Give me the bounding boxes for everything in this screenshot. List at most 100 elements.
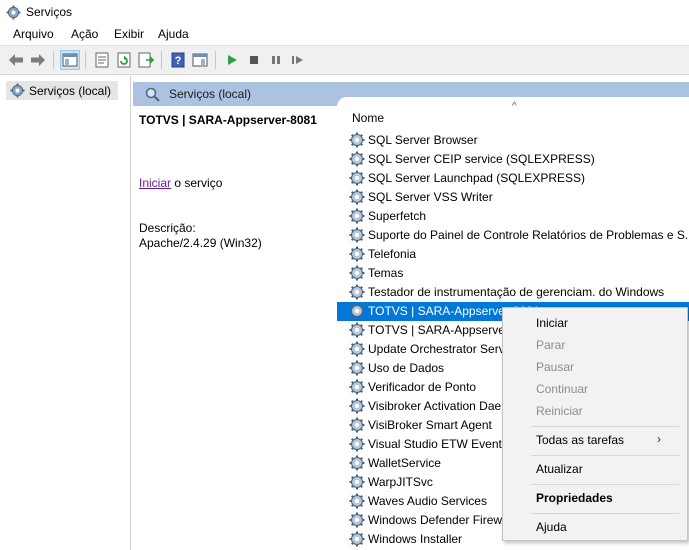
help-icon[interactable]: ? (168, 50, 188, 70)
service-gear-icon (349, 474, 365, 490)
service-gear-icon (349, 208, 365, 224)
service-name: SQL Server Launchpad (SQLEXPRESS) (368, 171, 585, 185)
service-name: TOTVS | SARA-Appserver- (368, 323, 513, 337)
service-name: Suporte do Painel de Controle Relatórios… (368, 228, 689, 242)
service-name: WarpJITSvc (368, 475, 433, 489)
export-list-icon[interactable] (136, 50, 156, 70)
service-gear-icon (349, 417, 365, 433)
sort-ascending-icon: ^ (512, 101, 517, 112)
pause-icon[interactable] (266, 50, 286, 70)
service-row[interactable]: Superfetch (337, 207, 689, 226)
menu-exibir[interactable]: Exibir (114, 27, 144, 41)
service-name: Telefonia (368, 247, 417, 261)
start-icon[interactable] (222, 50, 242, 70)
menu-separator (531, 426, 679, 427)
service-row[interactable]: Testador de instrumentação de gerenciam.… (337, 283, 689, 302)
service-gear-icon (349, 265, 365, 281)
properties-icon[interactable] (92, 50, 112, 70)
show-hide-console-tree-icon[interactable] (60, 50, 80, 70)
service-row[interactable]: SQL Server VSS Writer (337, 188, 689, 207)
menu-item-label: Ajuda (536, 520, 567, 534)
service-gear-icon (349, 151, 365, 167)
window-title: Serviços (26, 5, 73, 19)
menu-acao[interactable]: Ação (71, 27, 98, 41)
tree-item-label: Serviços (local) (29, 83, 112, 98)
menu-item-label: Iniciar (536, 316, 569, 330)
start-service-line: Iniciar o serviço (139, 176, 222, 190)
service-name: Superfetch (368, 209, 427, 223)
menu-item-label: Reiniciar (536, 404, 583, 418)
menu-item-ajuda[interactable]: Ajuda (503, 516, 687, 538)
menu-separator (531, 484, 679, 485)
service-name: Temas (368, 266, 404, 280)
service-gear-icon (349, 170, 365, 186)
service-name: SQL Server Browser (368, 133, 478, 147)
service-name: SQL Server CEIP service (SQLEXPRESS) (368, 152, 595, 166)
service-gear-icon (349, 322, 365, 338)
menu-item-label: Pausar (536, 360, 575, 374)
gear-icon (6, 5, 21, 23)
back-icon[interactable] (6, 50, 26, 70)
forward-icon[interactable] (28, 50, 48, 70)
menu-item-label: Todas as tarefas (536, 433, 625, 447)
service-row[interactable]: Telefonia (337, 245, 689, 264)
refresh-icon[interactable] (114, 50, 134, 70)
service-name: WalletService (368, 456, 441, 470)
service-name: Waves Audio Services (368, 494, 487, 508)
stop-icon[interactable] (244, 50, 264, 70)
service-title: TOTVS | SARA-Appserver-8081 (139, 113, 317, 127)
menu-item-propriedades[interactable]: Propriedades (503, 487, 687, 509)
column-header-name[interactable]: Nome (352, 111, 384, 125)
service-gear-icon (349, 227, 365, 243)
svg-text:?: ? (175, 55, 182, 67)
menu-item-label: Propriedades (536, 491, 613, 505)
menu-item-reiniciar: Reiniciar (503, 400, 687, 422)
console-tree: Serviços (local) (0, 76, 131, 550)
service-row[interactable]: SQL Server CEIP service (SQLEXPRESS) (337, 150, 689, 169)
service-row[interactable]: Temas (337, 264, 689, 283)
panel-header-title: Serviços (local) (169, 87, 252, 101)
description-panel: TOTVS | SARA-Appserver-8081 Iniciar o se… (133, 106, 336, 550)
service-gear-icon (349, 455, 365, 471)
menu-item-label: Atualizar (536, 462, 583, 476)
service-gear-icon (349, 436, 365, 452)
context-menu: Iniciar Parar Pausar Continuar Reiniciar… (502, 307, 688, 541)
service-name: Uso de Dados (368, 361, 445, 375)
service-row[interactable]: SQL Server Launchpad (SQLEXPRESS) (337, 169, 689, 188)
menu-arquivo[interactable]: Arquivo (13, 27, 54, 41)
service-row[interactable]: SQL Server Browser (337, 131, 689, 150)
service-gear-icon (349, 189, 365, 205)
menu-item-todas-as-tarefas[interactable]: Todas as tarefas › (503, 429, 687, 451)
resume-icon[interactable] (288, 50, 308, 70)
service-name: Verificador de Ponto (368, 380, 477, 394)
service-gear-icon (349, 531, 365, 547)
menu-ajuda[interactable]: Ajuda (158, 27, 189, 41)
service-gear-icon (349, 132, 365, 148)
service-gear-icon (349, 303, 365, 319)
menu-item-continuar: Continuar (503, 378, 687, 400)
menu-separator (531, 455, 679, 456)
service-name: Update Orchestrator Servi (368, 342, 508, 356)
service-name: Testador de instrumentação de gerenciam.… (368, 285, 665, 299)
menu-item-label: Continuar (536, 382, 589, 396)
title-bar: Serviços (0, 0, 689, 25)
service-gear-icon (349, 512, 365, 528)
service-name: Windows Defender Firewa (368, 513, 509, 527)
tree-item-services-local[interactable]: Serviços (local) (6, 81, 118, 100)
service-gear-icon (349, 398, 365, 414)
menu-item-parar: Parar (503, 334, 687, 356)
description-text: Apache/2.4.29 (Win32) (139, 236, 262, 250)
service-name: Visual Studio ETW Event C (368, 437, 514, 451)
menu-item-pausar: Pausar (503, 356, 687, 378)
show-hide-action-pane-icon[interactable] (190, 50, 210, 70)
menu-item-label: Parar (536, 338, 566, 352)
gear-icon (10, 83, 25, 98)
service-gear-icon (349, 246, 365, 262)
service-row[interactable]: Suporte do Painel de Controle Relatórios… (337, 226, 689, 245)
start-service-link[interactable]: Iniciar (139, 176, 171, 190)
menu-item-iniciar[interactable]: Iniciar (503, 312, 687, 334)
menu-item-atualizar[interactable]: Atualizar (503, 458, 687, 480)
service-name: Windows Installer (368, 532, 463, 546)
toolbar: ? (0, 45, 689, 75)
chevron-right-icon: › (657, 432, 661, 446)
